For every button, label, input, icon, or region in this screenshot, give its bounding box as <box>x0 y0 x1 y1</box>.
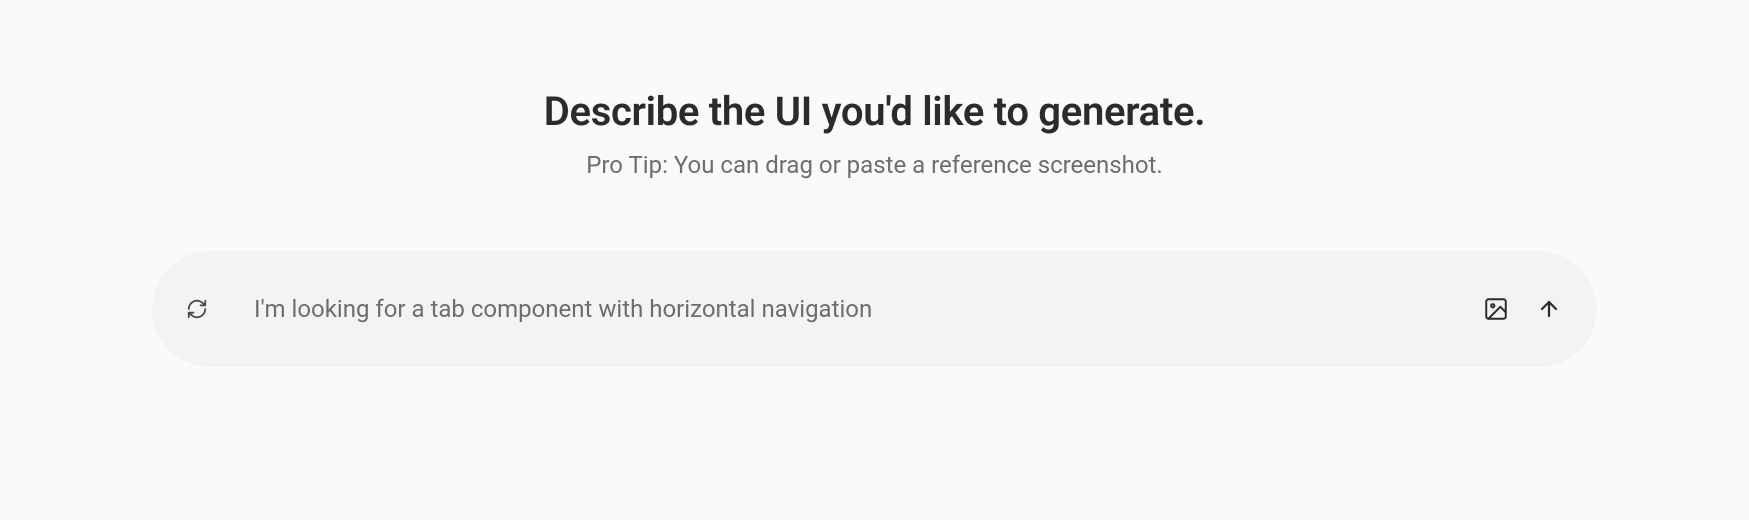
image-icon <box>1483 296 1509 322</box>
refresh-button[interactable] <box>186 298 208 320</box>
page-title: Describe the UI you'd like to generate. <box>544 88 1206 135</box>
image-upload-button[interactable] <box>1483 296 1509 322</box>
prompt-input[interactable] <box>254 295 1483 323</box>
arrow-up-icon <box>1537 297 1561 321</box>
submit-button[interactable] <box>1537 297 1561 321</box>
input-right-controls <box>1483 296 1561 322</box>
refresh-icon <box>186 298 208 320</box>
prompt-bar <box>152 251 1597 367</box>
pro-tip-text: Pro Tip: You can drag or paste a referen… <box>586 151 1162 179</box>
